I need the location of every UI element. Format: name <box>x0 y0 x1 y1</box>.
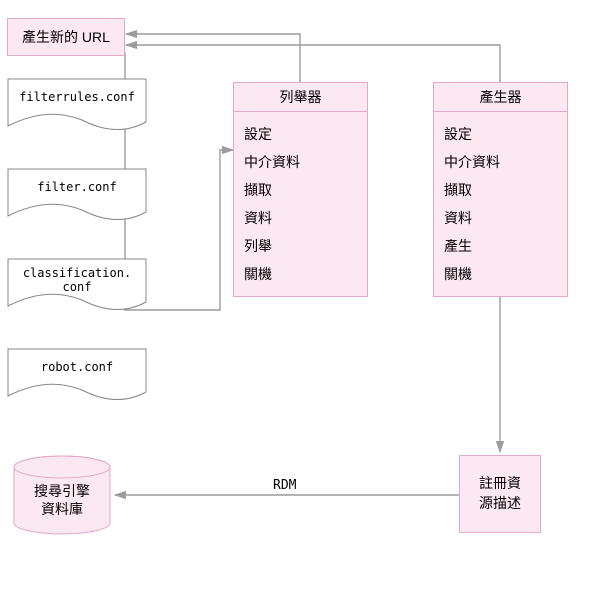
enumerator-item: 資料 <box>244 204 357 232</box>
file-label: filterrules.conf <box>7 90 147 104</box>
search-db-cylinder: 搜尋引擎 資料庫 <box>12 455 112 525</box>
rdm-label: RDM <box>273 478 296 493</box>
file-filterrules: filterrules.conf <box>7 78 147 136</box>
generator-item: 中介資料 <box>444 148 557 176</box>
generator-item: 關機 <box>444 260 557 288</box>
generate-url-label: 產生新的 URL <box>22 27 110 47</box>
file-label: classification. conf <box>7 266 147 295</box>
register-rd-label-line: 註冊資 <box>479 474 521 494</box>
enumerator-title: 列舉器 <box>234 83 367 112</box>
generator-title: 產生器 <box>434 83 567 112</box>
file-classification: classification. conf <box>7 258 147 316</box>
generator-item: 產生 <box>444 232 557 260</box>
generator-item: 資料 <box>444 204 557 232</box>
generator-box: 產生器 設定 中介資料 擷取 資料 產生 關機 <box>433 82 568 297</box>
file-label: filter.conf <box>7 180 147 194</box>
register-rd-label-line: 源描述 <box>479 494 521 514</box>
search-db-label: 搜尋引擎 資料庫 <box>12 483 112 518</box>
enumerator-item: 擷取 <box>244 176 357 204</box>
register-rd-box: 註冊資 源描述 <box>459 455 541 533</box>
file-label: robot.conf <box>7 360 147 374</box>
generator-item: 擷取 <box>444 176 557 204</box>
file-filter: filter.conf <box>7 168 147 226</box>
generator-item: 設定 <box>444 120 557 148</box>
enumerator-item: 列舉 <box>244 232 357 260</box>
enumerator-item: 設定 <box>244 120 357 148</box>
file-robot: robot.conf <box>7 348 147 406</box>
enumerator-item: 關機 <box>244 260 357 288</box>
enumerator-box: 列舉器 設定 中介資料 擷取 資料 列舉 關機 <box>233 82 368 297</box>
generate-url-box: 產生新的 URL <box>7 18 125 56</box>
enumerator-item: 中介資料 <box>244 148 357 176</box>
